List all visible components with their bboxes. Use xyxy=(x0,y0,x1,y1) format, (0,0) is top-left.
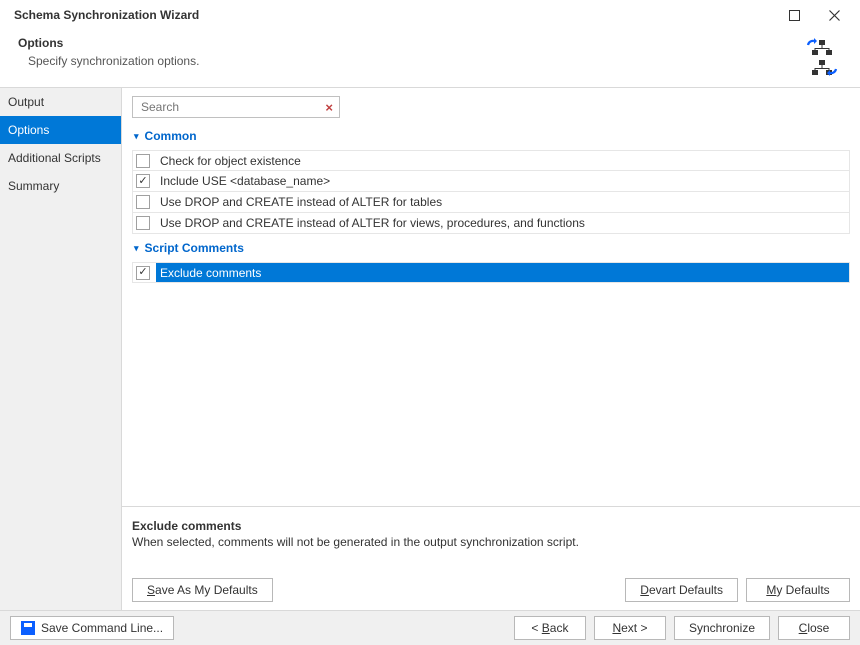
clear-search-icon[interactable]: × xyxy=(323,100,335,115)
sync-schema-icon xyxy=(802,38,842,79)
sidebar-item-output[interactable]: Output xyxy=(0,88,121,116)
chevron-down-icon: ▾ xyxy=(134,131,139,142)
wizard-sidebar: Output Options Additional Scripts Summar… xyxy=(0,88,121,610)
checkbox[interactable]: ✓ xyxy=(136,266,150,280)
sidebar-item-label: Output xyxy=(8,95,44,109)
option-row[interactable]: ✓ Include USE <database_name> xyxy=(132,171,850,192)
chevron-down-icon: ▾ xyxy=(134,243,139,254)
synchronize-button[interactable]: Synchronize xyxy=(674,616,770,640)
checkbox[interactable] xyxy=(136,154,150,168)
sidebar-item-additional-scripts[interactable]: Additional Scripts xyxy=(0,144,121,172)
checkbox[interactable] xyxy=(136,216,150,230)
option-label: Use DROP and CREATE instead of ALTER for… xyxy=(156,216,585,230)
main-panel: × ▾ Common Check for object existence ✓ … xyxy=(121,88,860,610)
sidebar-item-summary[interactable]: Summary xyxy=(0,172,121,200)
section-header-common[interactable]: ▾ Common xyxy=(132,122,850,150)
section-title: Script Comments xyxy=(145,241,244,255)
option-label: Use DROP and CREATE instead of ALTER for… xyxy=(156,195,442,209)
sidebar-item-label: Additional Scripts xyxy=(8,151,101,165)
option-label: Check for object existence xyxy=(156,154,301,168)
save-icon xyxy=(21,621,35,635)
maximize-button[interactable] xyxy=(774,0,814,30)
my-defaults-button[interactable]: My Defaults xyxy=(746,578,850,602)
close-button[interactable]: Close xyxy=(778,616,850,640)
next-button[interactable]: Next > xyxy=(594,616,666,640)
window-title: Schema Synchronization Wizard xyxy=(14,8,199,22)
option-label: Exclude comments xyxy=(156,266,261,280)
checkbox[interactable] xyxy=(136,195,150,209)
option-label: Include USE <database_name> xyxy=(156,174,330,188)
back-button[interactable]: < Back xyxy=(514,616,586,640)
option-row[interactable]: Check for object existence xyxy=(132,150,850,171)
description-text: When selected, comments will not be gene… xyxy=(132,535,850,549)
save-command-line-button[interactable]: Save Command Line... xyxy=(10,616,174,640)
description-title: Exclude comments xyxy=(132,519,850,533)
options-list: ▾ Common Check for object existence ✓ In… xyxy=(122,122,860,506)
save-as-my-defaults-button[interactable]: Save As My Defaults xyxy=(132,578,273,602)
button-label: Save Command Line... xyxy=(41,621,163,635)
option-row[interactable]: Use DROP and CREATE instead of ALTER for… xyxy=(132,192,850,213)
section-title: Common xyxy=(145,129,197,143)
sidebar-item-label: Options xyxy=(8,123,49,137)
sidebar-item-label: Summary xyxy=(8,179,59,193)
checkbox[interactable]: ✓ xyxy=(136,174,150,188)
header-subtitle: Specify synchronization options. xyxy=(18,54,842,68)
wizard-footer: Save Command Line... < Back Next > Synch… xyxy=(0,610,860,645)
wizard-header: Options Specify synchronization options. xyxy=(0,30,860,88)
sidebar-item-options[interactable]: Options xyxy=(0,116,121,144)
header-title: Options xyxy=(18,36,842,50)
button-label: Synchronize xyxy=(689,621,755,635)
search-input[interactable] xyxy=(139,99,323,115)
section-header-script-comments[interactable]: ▾ Script Comments xyxy=(132,234,850,262)
option-description: Exclude comments When selected, comments… xyxy=(122,506,860,570)
option-row[interactable]: ✓ Exclude comments xyxy=(132,262,850,283)
devart-defaults-button[interactable]: Devart Defaults xyxy=(625,578,738,602)
option-row[interactable]: Use DROP and CREATE instead of ALTER for… xyxy=(132,213,850,234)
search-input-wrapper[interactable]: × xyxy=(132,96,340,118)
title-bar: Schema Synchronization Wizard xyxy=(0,0,860,30)
close-window-button[interactable] xyxy=(814,0,854,30)
